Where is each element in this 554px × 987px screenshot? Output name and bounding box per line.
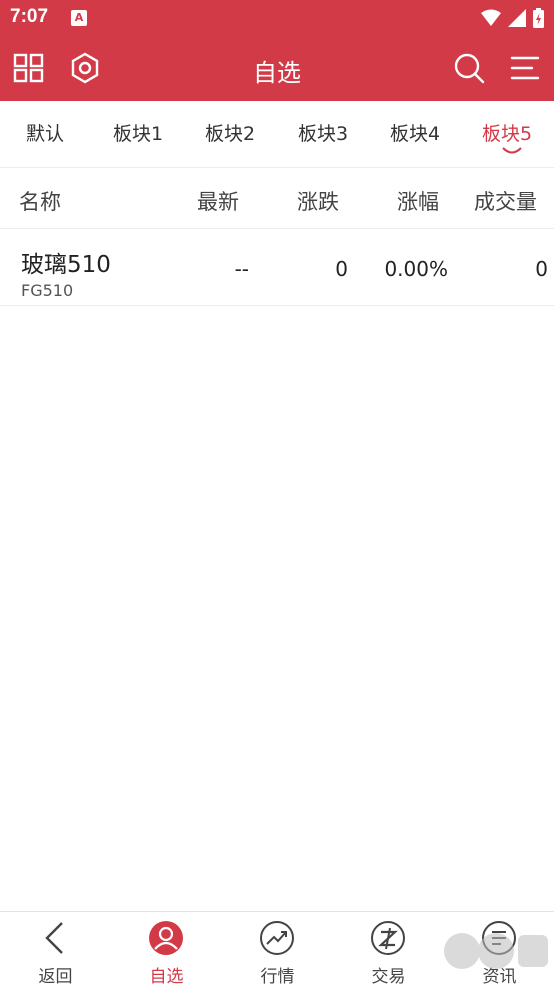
- status-bar: 7:07 A: [0, 0, 554, 36]
- app-bar: 自选: [0, 36, 554, 101]
- back-chevron-icon: [45, 922, 63, 954]
- bottom-nav: 返回 自选 行情 交易 资讯: [0, 911, 554, 987]
- trend-icon: [260, 921, 294, 955]
- wifi-icon: [481, 9, 501, 26]
- table-header: 名称 最新 涨跌 涨幅 成交量: [0, 168, 554, 229]
- group-tabs: 默认 板块1 板块2 板块3 板块4 板块5: [0, 101, 554, 168]
- change-percent: 0.00%: [384, 257, 448, 281]
- column-latest[interactable]: 最新: [197, 186, 239, 216]
- tab-sector-4[interactable]: 板块4: [390, 119, 440, 146]
- signal-icon: [508, 9, 526, 27]
- status-icons: [481, 8, 544, 28]
- tab-sector-5[interactable]: 板块5: [482, 119, 532, 154]
- instrument-name: 玻璃510: [21, 252, 111, 278]
- nav-market[interactable]: 行情: [222, 912, 333, 987]
- battery-icon: [533, 8, 544, 28]
- tab-sector-1[interactable]: 板块1: [113, 119, 163, 146]
- latest-price: --: [234, 257, 249, 281]
- instrument-code: FG510: [21, 281, 74, 300]
- column-change-pct[interactable]: 涨幅: [397, 186, 439, 216]
- status-time: 7:07: [10, 6, 49, 27]
- exchange-icon: [371, 921, 405, 955]
- search-icon[interactable]: [452, 51, 486, 85]
- nav-watchlist[interactable]: 自选: [111, 912, 222, 987]
- nav-news[interactable]: 资讯: [444, 912, 554, 987]
- price-change: 0: [335, 257, 348, 281]
- table-row[interactable]: 玻璃510 FG510 -- 0 0.00% 0: [0, 229, 554, 306]
- nav-trade[interactable]: 交易: [333, 912, 444, 987]
- tab-sector-2[interactable]: 板块2: [205, 119, 255, 146]
- nav-back[interactable]: 返回: [0, 912, 111, 987]
- menu-icon[interactable]: [508, 51, 542, 85]
- column-change[interactable]: 涨跌: [297, 186, 339, 216]
- column-name[interactable]: 名称: [19, 186, 61, 216]
- active-tab-indicator: [502, 147, 522, 154]
- notification-icon: A: [71, 10, 87, 26]
- tab-default[interactable]: 默认: [26, 119, 64, 146]
- tab-sector-3[interactable]: 板块3: [298, 119, 348, 146]
- user-icon: [149, 921, 183, 955]
- news-icon: [482, 921, 516, 955]
- volume: 0: [535, 257, 548, 281]
- column-volume[interactable]: 成交量: [474, 186, 537, 216]
